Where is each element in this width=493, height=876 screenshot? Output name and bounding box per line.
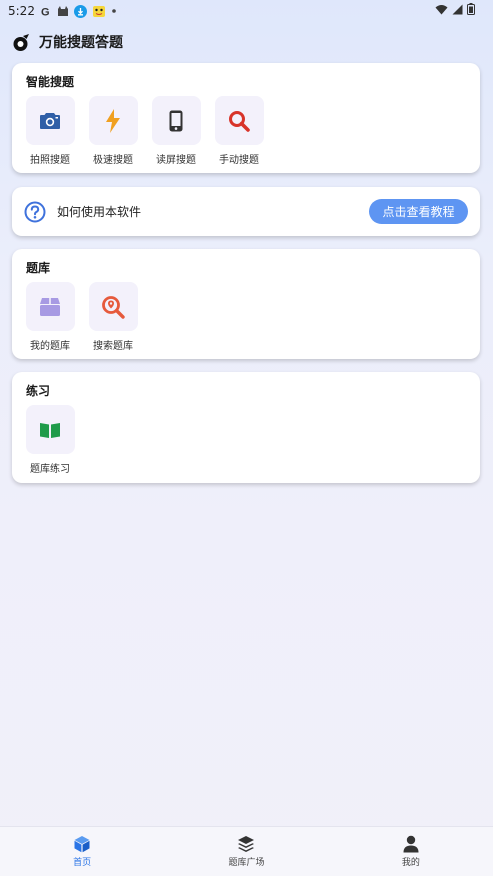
photo-search-label: 拍照搜题 xyxy=(30,155,70,166)
book-icon xyxy=(39,421,61,439)
nav-mine-label: 我的 xyxy=(401,858,420,868)
nav-question-plaza-label: 题库广场 xyxy=(228,858,265,868)
location-search-icon xyxy=(101,295,125,319)
my-question-bank-label: 我的题库 xyxy=(30,341,70,352)
help-text: 如何使用本软件 xyxy=(57,205,142,219)
cube-icon xyxy=(73,835,91,853)
nav-home-label: 首页 xyxy=(73,858,92,868)
practice-card: 练习 题库练习 xyxy=(12,372,480,483)
question-bank-title: 题库 xyxy=(26,261,51,275)
svg-text:G: G xyxy=(41,7,50,18)
dot-icon xyxy=(111,8,117,14)
google-icon: G xyxy=(40,5,52,18)
signal-icon xyxy=(452,4,463,15)
app-header: 万能搜题答题 xyxy=(12,30,123,54)
box-icon xyxy=(39,297,61,317)
battery-icon xyxy=(467,3,475,15)
phone-icon xyxy=(169,110,183,132)
person-icon xyxy=(403,835,419,853)
pikachu-icon xyxy=(92,5,106,18)
app-title: 万能搜题答题 xyxy=(39,35,123,51)
search-question-bank-label: 搜索题库 xyxy=(93,341,133,352)
question-bank-card: 题库 我的题库 搜索题库 xyxy=(12,249,480,359)
smart-search-card: 智能搜题 拍照搜题 极速搜题 读屏搜题 手动搜题 xyxy=(12,63,480,173)
download-icon xyxy=(73,4,87,18)
app-logo-icon xyxy=(12,33,31,52)
magnifier-icon xyxy=(228,110,250,132)
screen-search-label: 读屏搜题 xyxy=(156,155,196,166)
manual-search-button[interactable]: 手动搜题 xyxy=(214,96,264,166)
camera-icon xyxy=(39,111,61,130)
question-bank-practice-label: 题库练习 xyxy=(30,464,70,475)
search-question-bank-button[interactable]: 搜索题库 xyxy=(88,282,138,352)
layers-icon xyxy=(237,835,255,853)
nav-question-plaza[interactable]: 题库广场 xyxy=(164,827,328,876)
practice-title: 练习 xyxy=(26,384,51,398)
manual-search-label: 手动搜题 xyxy=(219,155,259,166)
lightning-icon xyxy=(105,108,121,133)
fast-search-label: 极速搜题 xyxy=(93,155,133,166)
view-tutorial-button[interactable]: 点击查看教程 xyxy=(369,199,468,224)
question-bank-practice-button[interactable]: 题库练习 xyxy=(25,405,75,475)
fast-search-button[interactable]: 极速搜题 xyxy=(88,96,138,166)
smart-search-title: 智能搜题 xyxy=(26,75,75,89)
question-circle-icon xyxy=(24,201,46,223)
help-card: 如何使用本软件 点击查看教程 xyxy=(12,187,480,236)
photo-search-button[interactable]: 拍照搜题 xyxy=(25,96,75,166)
nav-home[interactable]: 首页 xyxy=(0,827,164,876)
cat-icon xyxy=(57,5,69,17)
screen-search-button[interactable]: 读屏搜题 xyxy=(151,96,201,166)
bottom-nav: 首页 题库广场 我的 xyxy=(0,826,493,876)
my-question-bank-button[interactable]: 我的题库 xyxy=(25,282,75,352)
wifi-icon xyxy=(435,4,448,15)
nav-mine[interactable]: 我的 xyxy=(329,827,493,876)
status-time: 5:22 xyxy=(8,4,35,18)
status-bar: 5:22 G xyxy=(0,0,493,22)
